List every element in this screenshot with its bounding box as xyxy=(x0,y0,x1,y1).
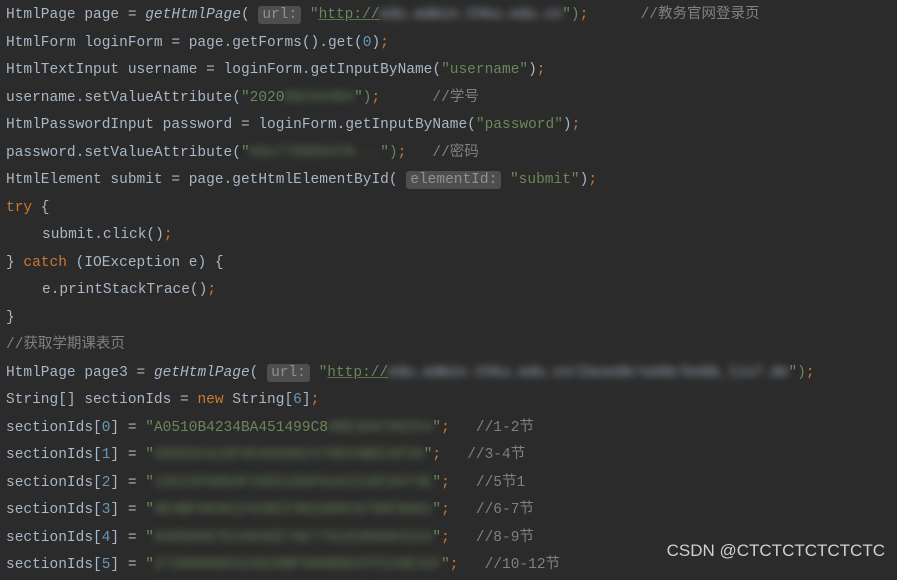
code-line: sectionIds[2] = "13CC5FA094F34E519AFA1A1… xyxy=(6,470,891,498)
code-block: HtmlPage page = getHtmlPage( url: "http:… xyxy=(6,2,891,580)
code-line: HtmlPage page = getHtmlPage( url: "http:… xyxy=(6,2,891,30)
comment: //6-7节 xyxy=(476,502,534,518)
code-line: sectionIds[0] = "A0510B4234BA451499C800E… xyxy=(6,415,891,443)
code-line: e.printStackTrace(); xyxy=(6,277,891,305)
comment: //1-2节 xyxy=(476,420,534,436)
code-line: username.setValueAttribute("202088244384… xyxy=(6,85,891,113)
code-line: password.setValueAttribute("K9x779684470… xyxy=(6,140,891,168)
code-line: } xyxy=(6,305,891,333)
comment: //5节1 xyxy=(476,475,525,491)
code-line: //获取学期课表页 xyxy=(6,332,891,360)
code-line: String[] sectionIds = new String[6]; xyxy=(6,387,891,415)
code-line: submit.click(); xyxy=(6,222,891,250)
comment: //密码 xyxy=(432,145,478,161)
code-line: try { xyxy=(6,195,891,223)
comment: //10-12节 xyxy=(485,557,560,573)
comment: //获取学期课表页 xyxy=(6,337,125,353)
param-hint: url: xyxy=(258,6,301,24)
param-hint: url: xyxy=(267,364,310,382)
code-line: HtmlTextInput username = loginForm.getIn… xyxy=(6,57,891,85)
code-line: sectionIds[3] = "9E4BF60361F648CF982A89C… xyxy=(6,497,891,525)
comment: //3-4节 xyxy=(467,447,525,463)
code-line: } catch (IOException e) { xyxy=(6,250,891,278)
code-line: HtmlPasswordInput password = loginForm.g… xyxy=(6,112,891,140)
code-line: HtmlElement submit = page.getHtmlElement… xyxy=(6,167,891,195)
code-line: HtmlForm loginForm = page.getForms().get… xyxy=(6,30,891,58)
comment: //学号 xyxy=(432,90,478,106)
code-line: HtmlPage page3 = getHtmlPage( url: "http… xyxy=(6,360,891,388)
comment: //教务官网登录页 xyxy=(641,7,760,23)
code-line: sectionIds[1] = "CEEE5CA18F9546968247883… xyxy=(6,442,891,470)
comment: //8-9节 xyxy=(476,530,534,546)
param-hint: elementId: xyxy=(406,171,501,189)
watermark: CSDN @CTCTCTCTCTCTC xyxy=(667,537,885,565)
